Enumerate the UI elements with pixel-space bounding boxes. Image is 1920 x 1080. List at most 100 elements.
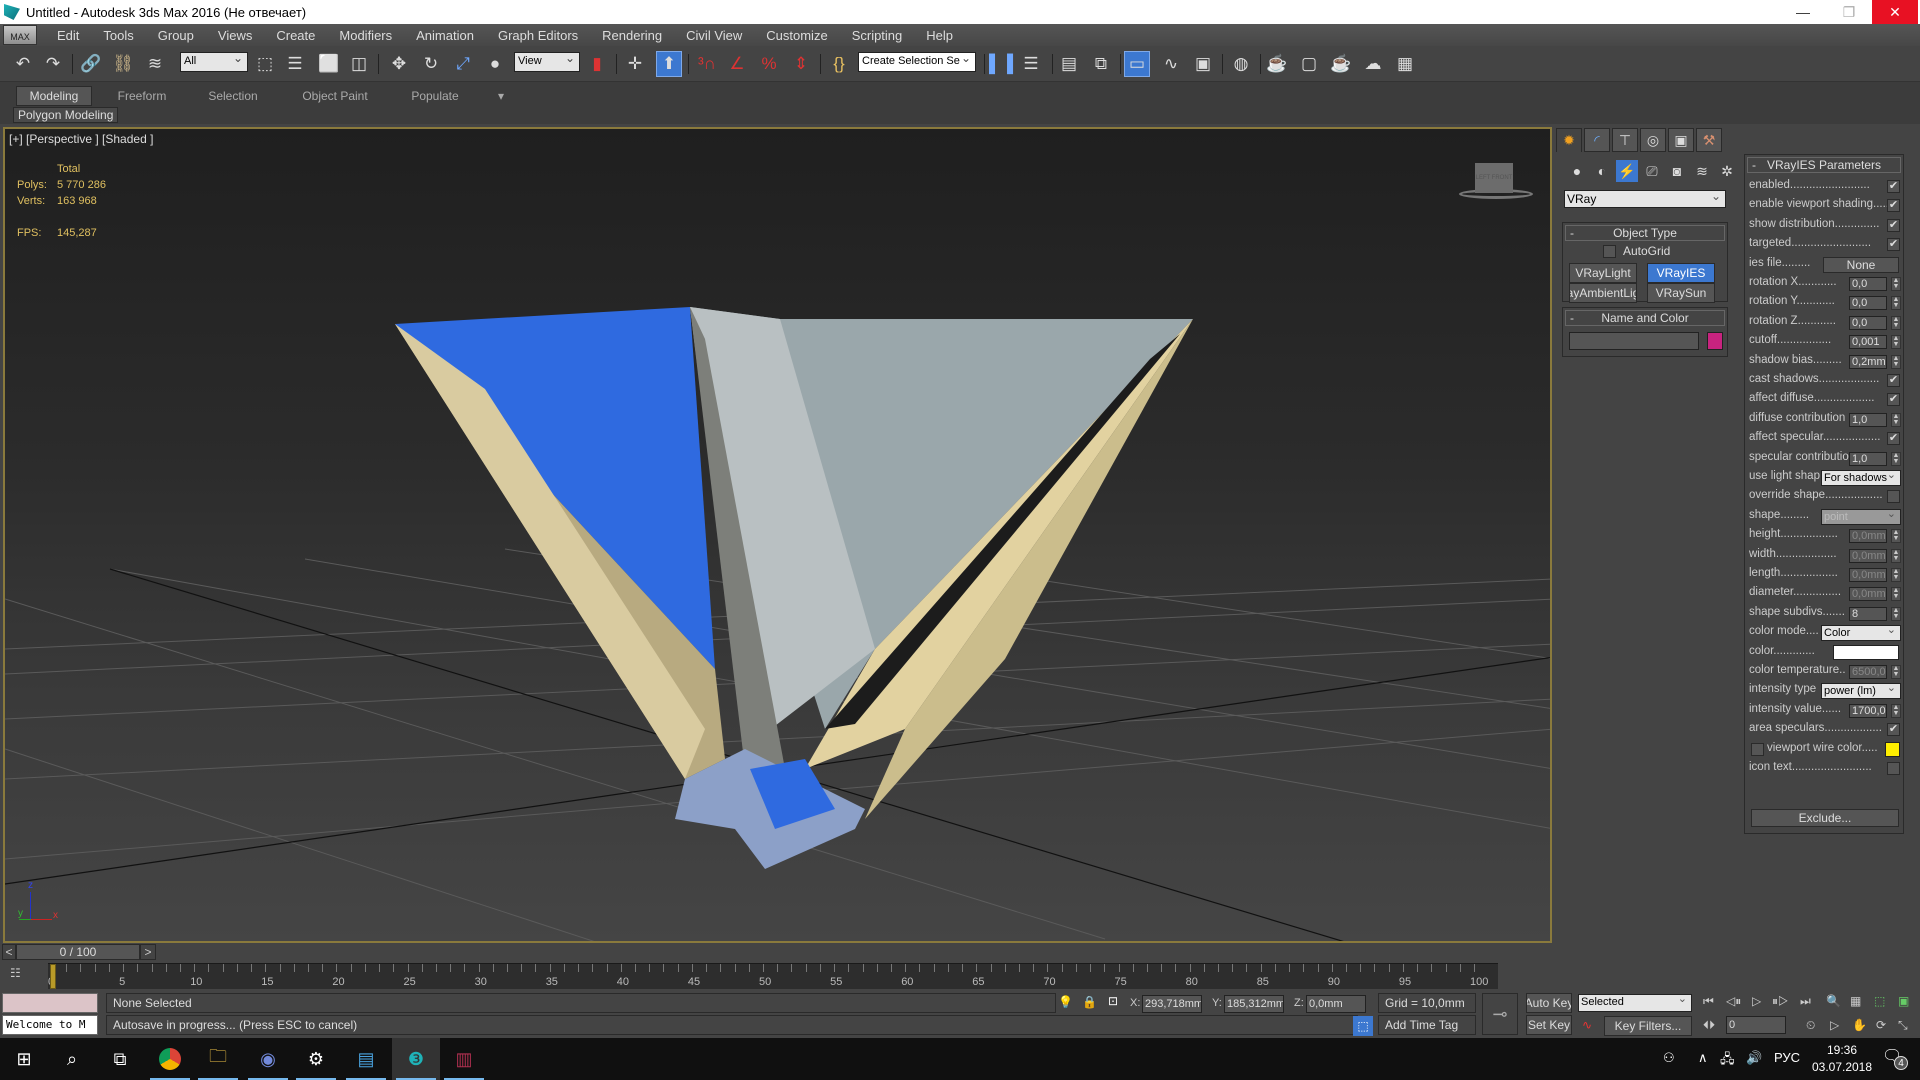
menu-edit[interactable]: Edit (45, 28, 91, 43)
light-color-swatch[interactable] (1833, 644, 1899, 660)
next-frame-icon[interactable]: ⏸▷ (1772, 994, 1789, 1009)
spinner-arrows-icon[interactable]: ▲ ▼ (1891, 335, 1901, 350)
unlink-icon[interactable]: ⛓ (110, 51, 136, 77)
ribbon-panel-polygon-modeling[interactable]: Polygon Modeling (13, 107, 119, 123)
menu-civil-view[interactable]: Civil View (674, 28, 754, 43)
go-to-start-icon[interactable]: ⏮ (1703, 994, 1714, 1009)
schematic-view-icon[interactable]: ▣ (1190, 51, 1216, 77)
param-spinner-rotation-z[interactable]: 0,0 (1849, 315, 1887, 330)
param-spinner-shape-subdivs[interactable]: 8 (1849, 606, 1887, 621)
spinner-arrows-icon[interactable]: ▲ ▼ (1891, 665, 1901, 679)
menu-views[interactable]: Views (206, 28, 264, 43)
menu-create[interactable]: Create (264, 28, 327, 43)
previous-frame-icon[interactable]: ◁⏸ (1726, 994, 1741, 1009)
viewcube-left-face[interactable]: LEFT (1476, 175, 1491, 181)
param-checkbox-enable-viewport-shading[interactable]: ✔ (1887, 199, 1900, 213)
param-spinner-diffuse-contribution[interactable]: 1,0 (1849, 412, 1887, 427)
current-frame-marker[interactable] (50, 964, 56, 989)
network-icon[interactable]: 🖧 (1720, 1050, 1735, 1072)
chrome-app[interactable] (146, 1038, 194, 1080)
task-view-button[interactable]: ⧉ (96, 1038, 144, 1080)
set-key-button[interactable]: Set Key (1526, 1015, 1572, 1035)
maxscript-mini-listener-pink[interactable] (2, 993, 98, 1013)
ribbon-options-icon[interactable]: ▾ (486, 86, 516, 106)
pan-view-icon[interactable]: ✋ (1852, 1018, 1867, 1032)
zoom-extents-all-icon[interactable]: ▣ (1898, 994, 1909, 1008)
winrar-app[interactable]: ▥ (440, 1038, 488, 1080)
spinner-arrows-icon[interactable]: ▲ ▼ (1891, 606, 1901, 621)
absolute-mode-transform-icon[interactable]: ⊡ (1108, 994, 1118, 1008)
isolate-selection-icon[interactable]: 💡 (1058, 995, 1073, 1009)
render-production-icon[interactable]: ☕ (1328, 51, 1354, 77)
viewport-wire-color-swatch[interactable] (1885, 741, 1900, 757)
auto-key-button[interactable]: Auto Key (1526, 993, 1572, 1013)
vrayies-button[interactable]: VRayIES (1647, 263, 1715, 283)
clock[interactable]: 19:36 03.07.2018 (1806, 1042, 1878, 1076)
select-place-icon[interactable]: ● (482, 51, 508, 77)
z-coord-field[interactable]: 0,0mm (1306, 995, 1366, 1013)
settings-app[interactable]: ⚙ (292, 1038, 340, 1080)
menu-graph-editors[interactable]: Graph Editors (486, 28, 590, 43)
default-in-out-tangents-icon[interactable]: ∿ (1582, 1018, 1592, 1032)
layer-explorer-icon[interactable]: ⧉ (1088, 51, 1114, 77)
control-panel-app[interactable]: ▤ (342, 1038, 390, 1080)
param-checkbox-enabled[interactable]: ✔ (1887, 180, 1900, 193)
time-configuration-icon[interactable]: ⏲ (1806, 1018, 1815, 1033)
exclude-button[interactable]: Exclude... (1751, 809, 1899, 827)
scene-explorer-icon[interactable]: ▤ (1056, 51, 1082, 77)
material-editor-icon[interactable]: ◍ (1228, 51, 1254, 77)
utilities-tab[interactable]: ⚒ (1696, 128, 1722, 152)
autogrid-checkbox[interactable] (1603, 245, 1616, 258)
snaps-toggle-icon[interactable]: ³∩ (694, 51, 720, 77)
display-tab[interactable]: ▣ (1668, 128, 1694, 152)
current-frame-field[interactable]: 0 (1726, 1016, 1786, 1034)
field-of-view-icon[interactable]: ▷ (1830, 1018, 1839, 1032)
maximize-button[interactable]: ❐ (1826, 0, 1872, 24)
angle-snap-icon[interactable]: ∠ (724, 51, 750, 77)
select-move-icon[interactable]: ✥ (386, 51, 412, 77)
param-checkbox-area-speculars[interactable]: ✔ (1887, 723, 1900, 737)
curve-editor-icon[interactable]: ∿ (1158, 51, 1184, 77)
action-center-button[interactable]: 🗨 4 (1882, 1046, 1912, 1074)
menu-rendering[interactable]: Rendering (590, 28, 674, 43)
object-name-input[interactable] (1569, 332, 1699, 350)
menu-modifiers[interactable]: Modifiers (327, 28, 404, 43)
zoom-extents-icon[interactable]: ⬚ (1874, 994, 1885, 1008)
maxscript-mini-listener[interactable]: Welcome to M (2, 1015, 98, 1035)
key-filters-button[interactable]: Key Filters... (1604, 1016, 1692, 1036)
param-spinner-shadow-bias[interactable]: 0,2mm (1849, 354, 1887, 369)
spinner-arrows-icon[interactable]: ▲ ▼ (1891, 315, 1901, 330)
reference-coord-dropdown[interactable]: View (514, 51, 580, 72)
spinner-snap-icon[interactable]: ⇕ (788, 51, 814, 77)
render-iterative-icon[interactable]: ☁ (1360, 51, 1386, 77)
start-button[interactable]: ⊞ (0, 1038, 48, 1080)
category-dropdown[interactable]: VRay (1564, 188, 1726, 208)
vraylight-button[interactable]: VRayLight (1569, 263, 1637, 283)
menu-animation[interactable]: Animation (404, 28, 486, 43)
param-checkbox-targeted[interactable]: ✔ (1887, 238, 1900, 252)
file-explorer-app[interactable]: 🗀 (194, 1038, 242, 1080)
maximize-viewport-icon[interactable]: ⤡ (1898, 1018, 1908, 1033)
mirror-icon[interactable]: ▌▐ (988, 51, 1014, 77)
tab-selection[interactable]: Selection (190, 86, 276, 106)
link-icon[interactable]: 🔗 (78, 51, 104, 77)
people-icon[interactable]: ⚇ (1663, 1050, 1675, 1066)
select-by-name-icon[interactable]: ☰ (282, 51, 308, 77)
param-spinner-rotation-y[interactable]: 0,0 (1849, 296, 1887, 311)
show-hidden-icons-chevron[interactable]: ∧ (1698, 1050, 1708, 1066)
percent-snap-icon[interactable]: % (756, 51, 782, 77)
align-icon[interactable]: ☰ (1018, 51, 1044, 77)
systems-icon[interactable]: ✲ (1716, 160, 1738, 182)
object-type-header[interactable]: - Object Type (1565, 225, 1725, 241)
menu-group[interactable]: Group (146, 28, 206, 43)
zoom-icon[interactable]: 🔍 (1826, 994, 1841, 1008)
viewport-wire-color-checkbox[interactable] (1751, 742, 1764, 756)
render-in-cloud-icon[interactable]: ▦ (1392, 51, 1418, 77)
menu-scripting[interactable]: Scripting (840, 28, 915, 43)
viewcube-front-face[interactable]: FRONT (1492, 175, 1513, 181)
set-key-mode-button[interactable]: ⊸ (1482, 993, 1518, 1035)
selection-filter-dropdown[interactable]: All (180, 51, 248, 72)
x-coord-field[interactable]: 293,718mm (1142, 995, 1202, 1013)
spinner-arrows-icon[interactable]: ▲ ▼ (1891, 703, 1901, 718)
param-spinner-cutoff[interactable]: 0,001 (1849, 335, 1887, 350)
